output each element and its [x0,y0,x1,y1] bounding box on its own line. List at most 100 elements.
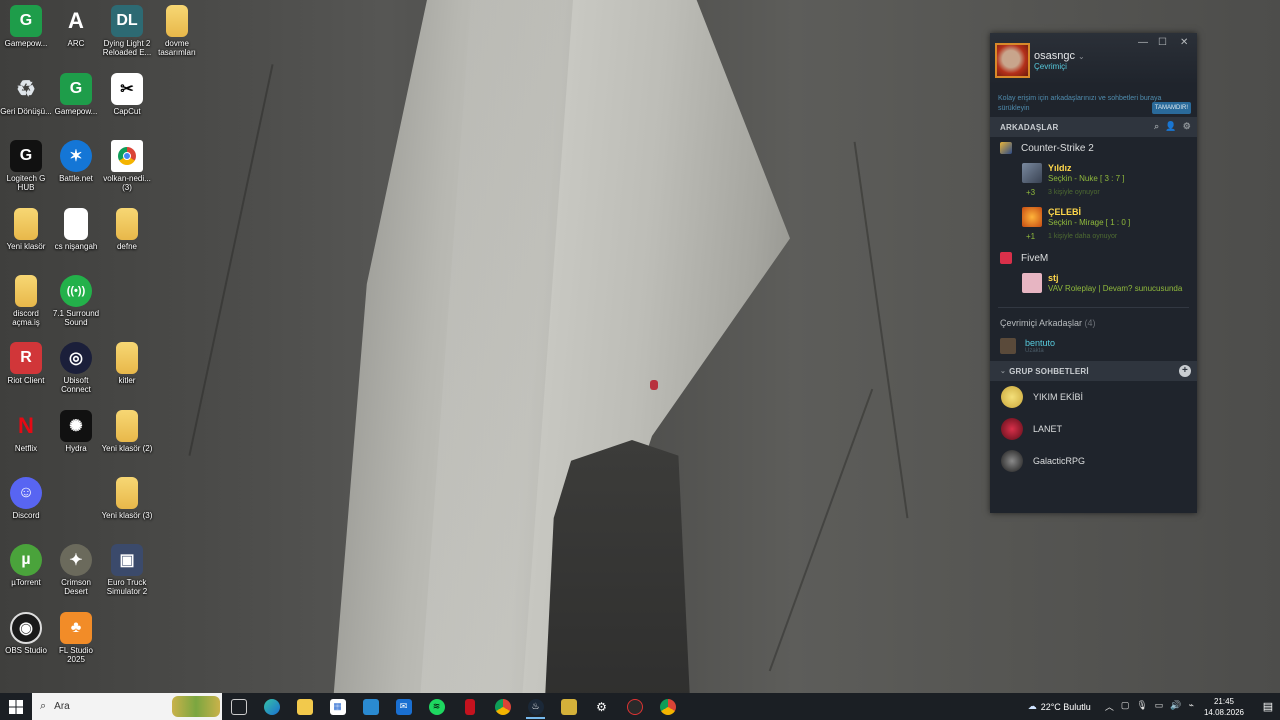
friend-entry-stj[interactable]: stj VAV Roleplay | Devam? sunucusunda [990,269,1197,303]
add-friend-icon[interactable]: 👤 [1165,121,1176,132]
fivem-icon [1000,252,1012,264]
display-icon[interactable]: ▭ [1155,700,1164,713]
store-icon: ▦ [329,698,346,715]
task-view-icon [230,698,247,715]
group-chats-title: GRUP SOHBETLERİ [1009,366,1089,376]
desktop-icon-gamepower-2[interactable]: G Gamepow... [50,73,102,116]
app-icon [560,698,577,715]
taskbar-arc-app[interactable] [552,693,585,720]
maximize-icon[interactable]: ☐ [1158,37,1167,48]
taskbar-store[interactable]: ▦ [321,693,354,720]
taskbar-file-explorer[interactable] [288,693,321,720]
tip-dismiss-button[interactable]: TAMAMDIR! [1151,102,1191,114]
game-group-counter-strike[interactable]: Counter-Strike 2 [990,137,1197,159]
taskbar-app-dark[interactable] [618,693,651,720]
desktop-icon-label: Euro Truck Simulator 2 [106,578,148,596]
taskbar-chrome-2[interactable] [651,693,684,720]
desktop-icon-flstudio[interactable]: ♣ FL Studio 2025 [50,612,102,664]
group-chats-header[interactable]: ⌄ GRUP SOHBETLERİ + [990,361,1197,381]
dying-light-icon: DL [111,5,143,37]
desktop-icon-label: kitler [118,376,136,385]
taskbar-edge[interactable] [255,693,288,720]
desktop-icon-label: Yeni klasör [6,242,46,251]
friend-entry-yildiz[interactable]: Yıldız Seçkin - Nuke [ 3 : 7 ] +3 3 kişi… [990,159,1197,203]
desktop-icon-discord[interactable]: ☺ Discord [0,477,52,520]
minimize-icon[interactable]: — [1138,37,1148,48]
desktop-icon-ets2[interactable]: ▣ Euro Truck Simulator 2 [101,544,153,596]
task-view-button[interactable] [222,693,255,720]
desktop-icon-recycle-bin[interactable]: ♻ Geri Dönüşü... [0,73,52,116]
start-button[interactable] [0,693,32,720]
party-count: +3 [1026,188,1036,197]
network-icon[interactable]: ⌁ [1189,700,1194,713]
desktop-icon-yeni-klasor[interactable]: Yeni klasör [0,208,52,251]
utorrent-icon: µ [10,544,42,576]
group-chat-galacticrpg[interactable]: GalacticRPG [990,445,1197,477]
volume-icon[interactable]: 🔊 [1170,700,1181,713]
taskbar-app-blue[interactable] [354,693,387,720]
friend-game-status: VAV Roleplay | Devam? sunucusunda [1048,284,1183,293]
folder-icon [116,208,138,240]
taskbar-settings[interactable]: ⚙ [585,693,618,720]
desktop-icon-label: 7.1 Surround Sound [52,309,100,327]
desktop-icon-netflix[interactable]: N Netflix [0,410,52,453]
taskbar-search[interactable]: ⌕ Ara [32,693,222,720]
app-icon [362,698,379,715]
desktop-icon-volkan[interactable]: volkan-nedi... (3) [101,140,153,192]
desktop-icon-ubisoft[interactable]: ◎ Ubisoft Connect [50,342,102,394]
gear-icon[interactable]: ⚙ [1183,121,1191,132]
notification-icon[interactable]: ▤ [1256,700,1280,713]
desktop-icon-riot-client[interactable]: R Riot Client [0,342,52,385]
desktop-icon-logitech[interactable]: G Logitech G HUB [0,140,52,192]
taskbar-chrome[interactable] [486,693,519,720]
online-friends-header[interactable]: Çevrimiçi Arkadaşlar (4) [990,312,1197,334]
group-chat-lanet[interactable]: LANET [990,413,1197,445]
steam-drag-tip: Kolay erişim için arkadaşlarınızı ve soh… [990,85,1197,117]
desktop-icon-utorrent[interactable]: µ µTorrent [0,544,52,587]
desktop-icon-surround-sound[interactable]: ((•)) 7.1 Surround Sound [50,275,102,327]
desktop-icon-arc[interactable]: A ARC [50,5,102,48]
clock[interactable]: 21:45 14.08.2026 [1204,696,1244,718]
desktop-icon-dovme[interactable]: dovme tasarımları [151,5,203,57]
hydra-icon: ✺ [60,410,92,442]
taskbar-steam[interactable]: ♨ [519,693,552,720]
group-chat-yikim-ekibi[interactable]: YIKIM EKİBİ [990,381,1197,413]
desktop-icon-label: Yeni klasör (3) [101,511,153,520]
desktop-icon-discord-acma[interactable]: discord açma.iş [0,275,52,327]
desktop-icon-defne[interactable]: defne [101,208,153,251]
taskbar-red-app[interactable] [453,693,486,720]
microphone-icon[interactable]: 🎙 [1136,700,1147,713]
desktop-icon-yeni-klasor-3[interactable]: Yeni klasör (3) [101,477,153,520]
desktop-icon-capcut[interactable]: ✂ CapCut [101,73,153,116]
taskbar-spotify[interactable]: ≋ [420,693,453,720]
add-group-icon[interactable]: + [1179,365,1191,377]
desktop-icon-label: Ubisoft Connect [61,376,91,394]
friend-entry-celebi[interactable]: ÇELEBİ Seçkin - Mirage [ 1 : 0 ] +1 1 ki… [990,203,1197,247]
desktop-icon-gamepower[interactable]: G Gamepow... [0,5,52,48]
desktop-icon-kitler[interactable]: kitler [101,342,153,385]
desktop-icon-obs[interactable]: ◉ OBS Studio [0,612,52,655]
desktop-icon-yeni-klasor-2[interactable]: Yeni klasör (2) [101,410,153,453]
friends-header-text: ARKADAŞLAR [1000,122,1059,132]
taskbar-mail[interactable]: ✉ [387,693,420,720]
desktop-icon-crimson-desert[interactable]: ✦ Crimson Desert [50,544,102,596]
search-icon: ⌕ [40,700,47,712]
desktop-icon-battlenet[interactable]: ✶ Battle.net [50,140,102,183]
search-icon[interactable]: ⌕ [1154,121,1159,132]
avatar [1001,450,1023,472]
game-group-fivem[interactable]: FiveM [990,247,1197,269]
steam-username[interactable]: osasngc ⌄ [1034,50,1085,62]
close-icon[interactable]: ✕ [1180,37,1188,48]
tray-app-icon[interactable]: ▢ [1121,700,1130,713]
friend-entry-bentuto[interactable]: bentuto Uzakta [990,334,1197,358]
steam-friends-window[interactable]: osasngc ⌄ Çevrimiçi — ☐ ✕ Kolay erişim i… [990,33,1197,513]
search-highlight-icon [172,696,220,717]
chevron-up-icon[interactable]: ︿ [1105,700,1114,713]
gamepower-icon: G [10,5,42,37]
desktop-icon-dying-light[interactable]: DL Dying Light 2 Reloaded E... [101,5,153,57]
avatar[interactable] [995,43,1030,78]
weather-widget[interactable]: ☁ 22°C Bulutlu [1028,701,1091,712]
desktop-icon-cs-nisangah[interactable]: cs nişangah [50,208,102,251]
wallpaper-climber [650,380,658,390]
desktop-icon-hydra[interactable]: ✺ Hydra [50,410,102,453]
